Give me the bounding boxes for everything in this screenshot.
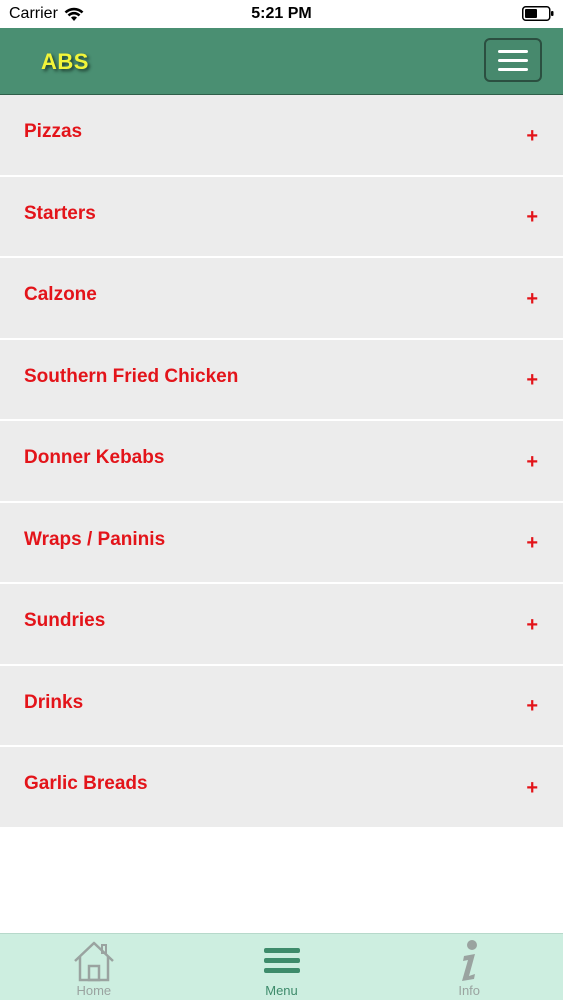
category-item-donner-kebabs[interactable]: Donner Kebabs + [0,421,563,503]
expand-plus-icon[interactable]: + [526,369,538,392]
hamburger-icon-bar [498,67,528,71]
category-item-sundries[interactable]: Sundries + [0,584,563,666]
tab-label: Home [76,983,112,998]
category-item-wraps-paninis[interactable]: Wraps / Paninis + [0,502,563,584]
expand-plus-icon[interactable]: + [526,125,538,148]
brand-logo-text[interactable]: ABS [41,49,89,75]
app-screen: Carrier 5:21 PM ABS Pizzas + Starters + … [0,0,563,1000]
carrier-label: Carrier [9,5,58,22]
category-item-garlic-breads[interactable]: Garlic Breads + [0,747,563,829]
expand-plus-icon[interactable]: + [526,532,538,555]
tab-home[interactable]: Home [0,934,188,1000]
carrier-indicator: Carrier [9,5,84,23]
category-item-drinks[interactable]: Drinks + [0,665,563,747]
category-label: Drinks [24,691,84,713]
status-time: 5:21 PM [251,5,312,22]
expand-plus-icon[interactable]: + [526,288,538,311]
expand-plus-icon[interactable]: + [526,614,538,637]
tab-menu[interactable]: Menu [188,934,376,1000]
expand-plus-icon[interactable]: + [526,777,538,800]
info-icon [444,940,494,982]
expand-plus-icon[interactable]: + [526,451,538,474]
category-label: Southern Fried Chicken [24,365,239,387]
category-item-calzone[interactable]: Calzone + [0,258,563,340]
hamburger-icon-bar [498,49,528,53]
home-icon [69,940,119,982]
category-label: Wraps / Paninis [24,528,166,550]
category-label: Sundries [24,610,106,632]
tab-label: Info [458,983,481,998]
app-header: ABS [0,28,563,95]
menu-category-list: Pizzas + Starters + Calzone + Southern F… [0,95,563,829]
menu-icon [257,940,307,982]
tab-info[interactable]: Info [375,934,563,1000]
category-item-pizzas[interactable]: Pizzas + [0,95,563,177]
category-item-starters[interactable]: Starters + [0,176,563,258]
expand-plus-icon[interactable]: + [526,695,538,718]
wifi-icon [64,7,84,21]
expand-plus-icon[interactable]: + [526,206,538,229]
category-label: Donner Kebabs [24,447,165,469]
tab-label: Menu [265,983,298,998]
status-bar: Carrier 5:21 PM [0,0,563,28]
bottom-tab-bar: Home Menu Info [0,933,563,1000]
hamburger-icon-bar [498,58,528,62]
category-label: Starters [24,202,96,224]
category-label: Calzone [24,284,97,306]
category-label: Pizzas [24,121,83,143]
category-item-southern-fried-chicken[interactable]: Southern Fried Chicken + [0,339,563,421]
hamburger-menu-button[interactable] [484,38,542,82]
battery-icon [522,6,554,21]
category-label: Garlic Breads [24,773,148,795]
